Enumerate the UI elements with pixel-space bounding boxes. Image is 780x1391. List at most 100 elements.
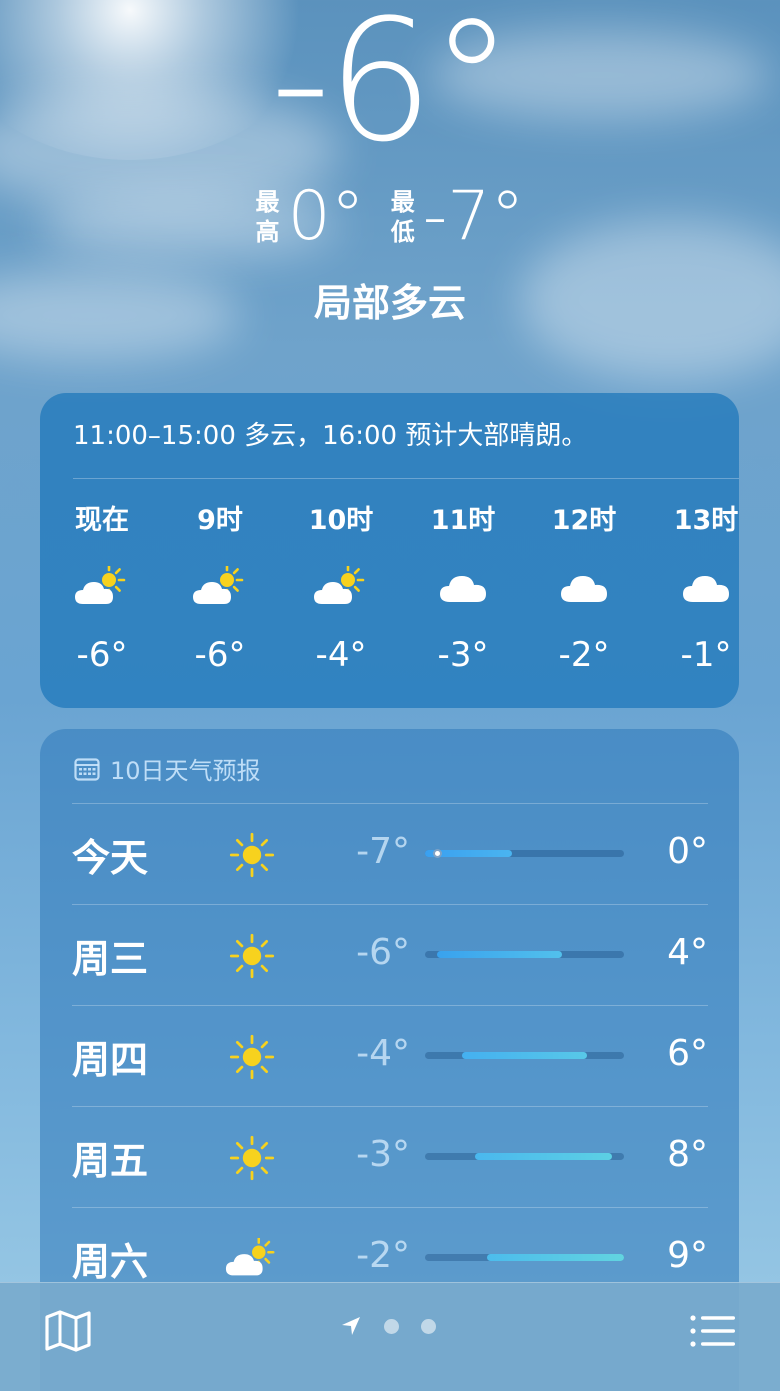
hour-temp: -3° — [437, 635, 489, 675]
high-low-temps: 最 高 0° 最 低 -7° — [0, 178, 780, 256]
current-temp-marker — [432, 849, 442, 858]
city-list-button[interactable] — [688, 1309, 738, 1353]
day-icon-wrap — [224, 831, 280, 879]
day-icon-wrap — [224, 1033, 280, 1081]
temp-range-bar — [425, 1254, 624, 1261]
day-name: 周四 — [72, 1038, 149, 1082]
current-temperature: -6° — [270, 0, 514, 179]
page-indicator[interactable] — [340, 1315, 436, 1337]
page-dot[interactable] — [421, 1318, 436, 1334]
hourly-item: 9时 -6° — [165, 501, 275, 675]
divider — [72, 1207, 708, 1208]
low-label-char: 最 — [390, 188, 415, 216]
hour-icon-wrap — [651, 563, 739, 611]
partly-cloudy-day-icon — [314, 566, 365, 604]
partly-cloudy-day-icon — [75, 566, 126, 604]
temp-range-fill — [437, 951, 562, 958]
daily-row[interactable]: 今天 -7° 0° — [72, 803, 708, 903]
hour-label: 11时 — [430, 505, 496, 536]
temp-range-bar — [425, 1052, 624, 1059]
temp-range-bar — [425, 1153, 624, 1160]
hour-temp: -6° — [76, 635, 128, 675]
hour-temp: -2° — [558, 635, 610, 675]
daily-header: 10日天气预报 — [74, 751, 261, 786]
hour-icon-wrap — [47, 563, 157, 611]
hour-icon-wrap — [286, 563, 396, 611]
hour-label: 12时 — [551, 505, 617, 536]
hour-temp: -4° — [315, 635, 367, 675]
day-high-temp: 6° — [667, 1033, 708, 1074]
cloud-icon — [561, 576, 607, 602]
temp-range-bar — [425, 951, 624, 958]
high-label: 最 高 — [255, 187, 279, 247]
day-low-temp: -2° — [356, 1235, 410, 1276]
sun-icon — [229, 832, 275, 878]
cloud-icon — [683, 576, 729, 602]
day-low-temp: -3° — [356, 1134, 410, 1175]
calendar-icon — [74, 757, 100, 781]
low-label-char: 低 — [390, 218, 415, 246]
partly-cloudy-day-icon — [193, 566, 244, 604]
cloud-icon — [440, 576, 486, 602]
hour-label: 9时 — [197, 505, 243, 536]
location-arrow-icon[interactable] — [340, 1315, 362, 1337]
daily-row[interactable]: 周四 -4° 6° — [72, 1005, 708, 1105]
high-label-char: 最 — [255, 188, 280, 216]
day-name: 周三 — [72, 937, 149, 981]
sun-icon — [229, 933, 275, 979]
day-high-temp: 0° — [667, 831, 708, 872]
low-temp-group: 最 低 -7° — [391, 178, 525, 256]
temp-range-fill — [474, 1153, 612, 1160]
day-name: 周五 — [72, 1139, 149, 1183]
hourly-item: 10时 -4° — [286, 501, 396, 675]
hourly-item: 12时 -2° — [529, 501, 639, 675]
high-temp-group: 最 高 0° — [255, 178, 364, 256]
hour-temp: -6° — [194, 635, 246, 675]
list-icon — [690, 1315, 735, 1347]
day-high-temp: 8° — [667, 1134, 708, 1175]
divider — [72, 1005, 708, 1006]
map-button[interactable] — [44, 1309, 92, 1353]
day-name: 周六 — [72, 1240, 149, 1284]
partly-cloudy-day-icon — [225, 1238, 275, 1276]
map-icon — [45, 1310, 91, 1352]
divider — [73, 478, 739, 479]
hour-label: 13时 — [673, 505, 739, 536]
hour-icon-wrap — [529, 563, 639, 611]
day-low-temp: -4° — [356, 1033, 410, 1074]
day-icon-wrap — [224, 1134, 280, 1182]
divider — [72, 904, 708, 905]
hourly-item: 11时 -3° — [408, 501, 518, 675]
hour-temp: -1° — [680, 635, 732, 675]
temp-range-bar — [425, 849, 624, 858]
high-label-char: 高 — [255, 218, 280, 246]
hour-icon-wrap — [408, 563, 518, 611]
hour-label: 现在 — [75, 505, 129, 536]
daily-row[interactable]: 周五 -3° 8° — [72, 1106, 708, 1206]
low-temp-value: -7° — [422, 177, 525, 256]
page-dot[interactable] — [384, 1318, 399, 1334]
day-icon-wrap — [224, 1235, 280, 1283]
hourly-item: 13时 -1° — [651, 501, 739, 675]
low-label: 最 低 — [391, 187, 415, 247]
daily-row[interactable]: 周三 -6° 4° — [72, 904, 708, 1004]
bottom-toolbar — [0, 1282, 780, 1391]
temp-range-fill — [487, 1254, 624, 1261]
day-high-temp: 4° — [667, 932, 708, 973]
day-icon-wrap — [224, 932, 280, 980]
hourly-summary: 11:00–15:00 多云，16:00 预计大部晴朗。 — [73, 421, 588, 451]
divider — [72, 803, 708, 804]
sun-icon — [229, 1135, 275, 1181]
divider — [72, 1106, 708, 1107]
hour-icon-wrap — [165, 563, 275, 611]
day-low-temp: -6° — [356, 932, 410, 973]
hourly-item: 现在 -6° — [47, 501, 157, 675]
condition-text: 局部多云 — [313, 281, 466, 325]
sun-icon — [229, 1034, 275, 1080]
day-name: 今天 — [72, 836, 149, 880]
current-conditions: -6° 最 高 0° 最 低 -7° 局部多云 — [0, 0, 780, 390]
daily-header-label: 10日天气预报 — [110, 757, 261, 785]
day-high-temp: 9° — [667, 1235, 708, 1276]
hourly-forecast-card[interactable]: 11:00–15:00 多云，16:00 预计大部晴朗。 现在 -6° 9时 -… — [40, 393, 739, 708]
day-low-temp: -7° — [356, 831, 410, 872]
